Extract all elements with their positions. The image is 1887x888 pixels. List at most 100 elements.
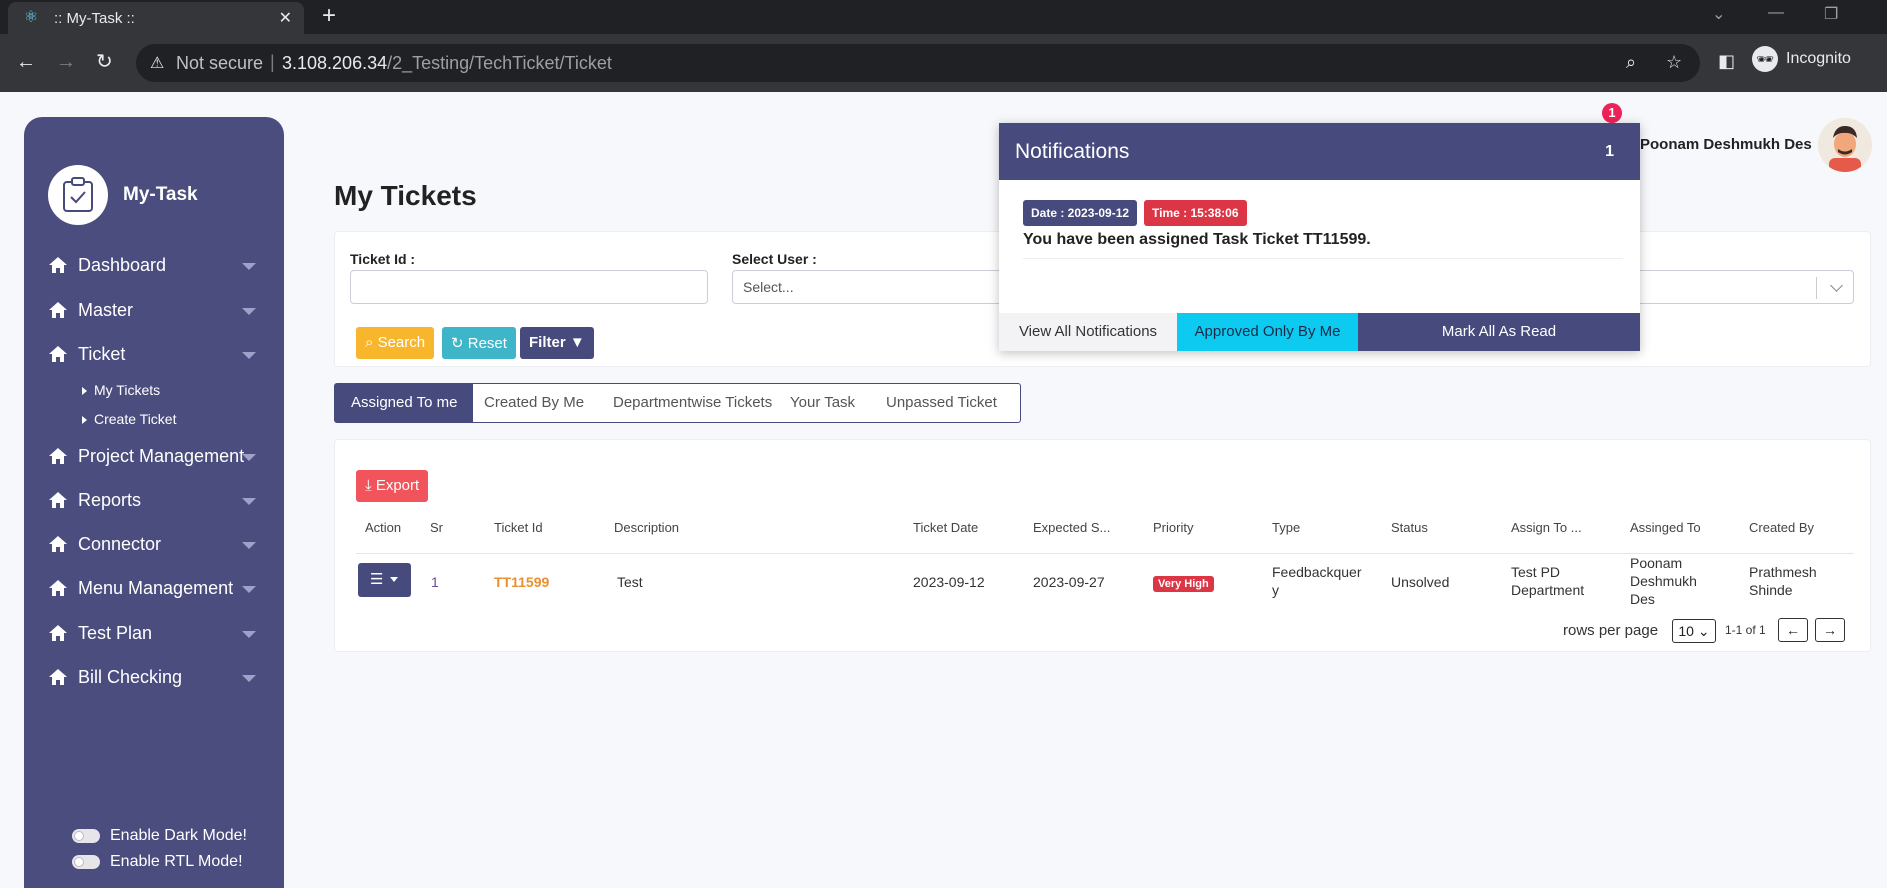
new-tab-icon[interactable]: + (322, 4, 336, 28)
filter-button[interactable]: Filter ▼ (520, 327, 594, 359)
rtl-mode-row: Enable RTL Mode! (72, 853, 243, 871)
sidebar-item-ticket[interactable]: Ticket (48, 340, 264, 370)
notification-date-badge: Date : 2023-09-12 (1023, 200, 1138, 226)
not-secure-label[interactable]: Not secure (176, 53, 263, 74)
tab-assigned-to-me[interactable]: Assigned To me (335, 384, 474, 422)
url-path: /2_Testing/TechTicket/Ticket (387, 53, 612, 73)
caret-right-icon (82, 387, 87, 395)
mark-all-read-button[interactable]: Mark All As Read (1358, 313, 1640, 351)
ticket-id-input[interactable] (350, 270, 708, 304)
column-header-ticket-date[interactable]: Ticket Date (913, 520, 978, 535)
back-icon[interactable]: ← (16, 50, 36, 74)
row-action-button[interactable]: ☰ (358, 563, 411, 597)
cell-ticket-date: 2023-09-12 (913, 574, 985, 590)
browser-tab-bar: ⚛ :: My-Task :: ✕ + ⌄ — ❐ (0, 0, 1887, 34)
url-host: 3.108.206.34 (282, 53, 388, 73)
select-user-dropdown[interactable]: Select... (732, 270, 1002, 304)
rtl-mode-toggle[interactable] (72, 854, 100, 869)
reset-button[interactable]: ↻ Reset (442, 327, 516, 359)
export-button[interactable]: ⤓ Export (356, 470, 429, 502)
tab-search-icon[interactable]: ⌄ (1712, 4, 1725, 24)
column-header-assign-to-dept[interactable]: Assign To ... (1511, 520, 1582, 535)
search-button[interactable]: ⌕ Search (356, 327, 435, 359)
column-header-action[interactable]: Action (365, 520, 401, 535)
side-panel-icon[interactable]: ◧ (1718, 51, 1735, 72)
sidebar-item-test-plan[interactable]: Test Plan (48, 619, 264, 649)
cell-ticket-id-link[interactable]: TT11599 (494, 573, 549, 591)
page-title: My Tickets (334, 180, 477, 211)
sidebar-item-master[interactable]: Master (48, 296, 264, 326)
column-header-priority[interactable]: Priority (1153, 520, 1193, 535)
react-icon: ⚛ (23, 9, 39, 26)
reset-button-label: Reset (467, 335, 507, 352)
sidebar-item-connector[interactable]: Connector (48, 530, 264, 560)
refresh-icon: ↻ (451, 335, 464, 352)
next-page-button[interactable]: → (1815, 618, 1845, 642)
tab-created-by-me[interactable]: Created By Me (468, 384, 600, 422)
caret-down-icon (242, 308, 256, 315)
search-icon: ⌕ (365, 334, 374, 351)
reload-icon[interactable]: ↻ (96, 50, 113, 74)
browser-toolbar: ← → ↻ ⚠ Not secure | 3.108.206.34/2_Test… (0, 34, 1887, 92)
sidebar-item-project-management[interactable]: Project Management (48, 442, 264, 472)
rtl-mode-label: Enable RTL Mode! (110, 853, 243, 870)
close-tab-icon[interactable]: ✕ (279, 8, 292, 28)
column-header-description[interactable]: Description (614, 520, 679, 535)
zoom-icon[interactable]: ⌕ (1626, 52, 1636, 73)
minimize-icon[interactable]: — (1768, 4, 1784, 22)
caret-down-icon (242, 454, 256, 461)
column-header-ticket-id[interactable]: Ticket Id (494, 520, 543, 535)
view-all-notifications-button[interactable]: View All Notifications (999, 313, 1177, 351)
dark-mode-row: Enable Dark Mode! (72, 827, 247, 845)
approved-only-button[interactable]: Approved Only By Me (1177, 313, 1358, 351)
warning-icon[interactable]: ⚠ (150, 53, 164, 73)
home-icon (49, 302, 67, 318)
bookmark-star-icon[interactable]: ☆ (1666, 52, 1682, 73)
column-header-created-by[interactable]: Created By (1749, 520, 1814, 535)
column-header-sr[interactable]: Sr (430, 520, 443, 535)
sidebar-subitem-label: My Tickets (94, 382, 161, 398)
sidebar: My-Task Dashboard Master Ticket My Ticke… (24, 117, 284, 888)
restore-icon[interactable]: ❐ (1824, 4, 1838, 24)
sidebar-item-menu-management[interactable]: Menu Management (48, 574, 264, 604)
sidebar-item-reports[interactable]: Reports (48, 486, 264, 516)
user-name[interactable]: Poonam Deshmukh Des (1640, 136, 1812, 153)
tab-your-task[interactable]: Your Task (774, 384, 871, 422)
filter-dropdown[interactable] (1620, 270, 1854, 304)
sidebar-subitem-my-tickets[interactable]: My Tickets (82, 382, 160, 398)
sidebar-subitem-create-ticket[interactable]: Create Ticket (82, 411, 176, 427)
url-text[interactable]: 3.108.206.34/2_Testing/TechTicket/Ticket (282, 53, 612, 74)
dark-mode-label: Enable Dark Mode! (110, 827, 247, 844)
notifications-popup: Notifications 1 Date : 2023-09-12 Time :… (999, 123, 1640, 351)
avatar[interactable] (1818, 118, 1872, 172)
home-icon (49, 257, 67, 273)
tab-departmentwise-tickets[interactable]: Departmentwise Tickets (597, 384, 788, 422)
cell-assigned-to: Poonam Deshmukh Des (1630, 555, 1697, 607)
download-icon: ⤓ (365, 477, 372, 494)
incognito-indicator[interactable]: 🕶 Incognito (1752, 46, 1851, 72)
home-icon (49, 669, 67, 685)
forward-icon[interactable]: → (56, 50, 76, 74)
address-bar[interactable]: ⚠ Not secure | 3.108.206.34/2_Testing/Te… (136, 44, 1700, 82)
dark-mode-toggle[interactable] (72, 828, 100, 843)
column-header-type[interactable]: Type (1272, 520, 1300, 535)
brand-logo[interactable] (48, 165, 108, 225)
tickets-table-card (334, 439, 1871, 652)
column-header-assigned-to[interactable]: Assinged To (1630, 520, 1701, 535)
cell-description: Test (617, 574, 643, 590)
sidebar-item-dashboard[interactable]: Dashboard (48, 251, 264, 281)
notification-time-badge: Time : 15:38:06 (1144, 200, 1247, 226)
browser-tab[interactable]: ⚛ :: My-Task :: ✕ (8, 2, 304, 34)
notification-badge[interactable]: 1 (1602, 103, 1622, 123)
column-header-expected[interactable]: Expected S... (1033, 520, 1110, 535)
home-icon (49, 536, 67, 552)
chevron-down-icon (1830, 279, 1843, 292)
sidebar-item-bill-checking[interactable]: Bill Checking (48, 663, 264, 693)
cell-created-by: Prathmesh Shinde (1749, 564, 1817, 598)
previous-page-button[interactable]: ← (1778, 618, 1808, 642)
tab-unpassed-ticket[interactable]: Unpassed Ticket (870, 384, 1013, 422)
brand-name[interactable]: My-Task (123, 184, 198, 206)
column-header-status[interactable]: Status (1391, 520, 1428, 535)
rows-per-page-select[interactable]: 10 ⌄ (1672, 619, 1716, 643)
home-icon (49, 580, 67, 596)
